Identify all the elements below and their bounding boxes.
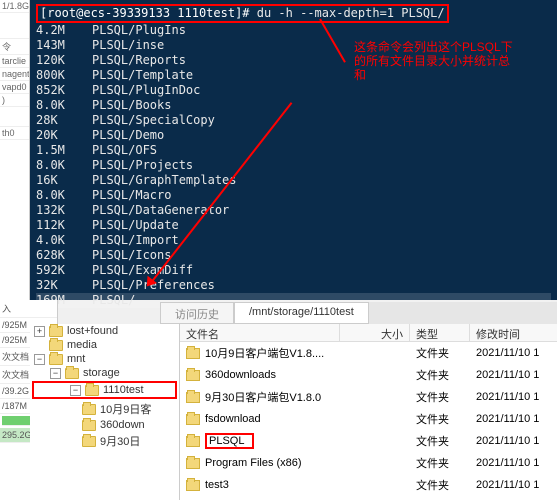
strip-cell: tarclie xyxy=(0,55,29,68)
file-row[interactable]: 9月30日客户端包V1.8.0文件夹2021/11/10 1 xyxy=(180,386,557,408)
tree-label[interactable]: storage xyxy=(83,367,120,379)
terminal-output-line: 8.0KPLSQL/Projects xyxy=(36,158,551,173)
folder-icon xyxy=(49,354,63,365)
tab-current-path[interactable]: /mnt/storage/1110test xyxy=(234,302,369,324)
path-tabbar: 访问历史 /mnt/storage/1110test xyxy=(160,302,557,324)
tab-history[interactable]: 访问历史 xyxy=(160,302,234,324)
folder-icon xyxy=(49,340,63,351)
terminal-output-line: 28KPLSQL/SpecialCopy xyxy=(36,113,551,128)
folder-icon xyxy=(186,392,200,403)
folder-icon xyxy=(186,414,200,425)
tree-label[interactable]: lost+found xyxy=(67,325,118,337)
terminal-output-line: 132KPLSQL/DataGenerator xyxy=(36,203,551,218)
terminal-output-line: 628KPLSQL/Icons xyxy=(36,248,551,263)
folder-icon xyxy=(186,436,200,447)
command-highlight-box: [root@ecs-39339133 1110test]# du -h --ma… xyxy=(36,4,449,23)
tree-label[interactable]: 9月30日 xyxy=(100,433,140,449)
expand-spacer xyxy=(34,340,45,351)
annotation-line: 这条命令会列出这个PLSQL下 xyxy=(354,40,513,54)
strip-cell: th0 xyxy=(0,127,29,140)
file-row[interactable]: 10月9日客户端包V1.8....文件夹2021/11/10 1 xyxy=(180,342,557,364)
terminal-output-line: 1.5MPLSQL/OFS xyxy=(36,143,551,158)
file-list-header: 文件名 大小 类型 修改时间 xyxy=(180,324,557,342)
folder-icon xyxy=(65,368,79,379)
folder-icon xyxy=(186,370,200,381)
collapse-icon[interactable]: − xyxy=(50,368,61,379)
file-row[interactable]: fsdownload文件夹2021/11/10 1 xyxy=(180,408,557,430)
file-list[interactable]: 10月9日客户端包V1.8....文件夹2021/11/10 1360downl… xyxy=(180,342,557,500)
tree-label[interactable]: mnt xyxy=(67,353,85,365)
folder-icon xyxy=(82,420,96,431)
file-row[interactable]: PLSQL文件夹2021/11/10 1 xyxy=(180,430,557,452)
folder-icon xyxy=(82,404,96,415)
terminal-output-line: 8.0KPLSQL/Macro xyxy=(36,188,551,203)
col-header-type[interactable]: 类型 xyxy=(410,324,470,341)
tree-label[interactable]: 10月9日客 xyxy=(100,401,151,417)
strip-cell: vapd0 xyxy=(0,81,29,94)
col-header-date[interactable]: 修改时间 xyxy=(470,324,557,341)
folder-tree[interactable]: +lost+found media −mnt −storage −1110tes… xyxy=(30,324,180,500)
folder-icon xyxy=(186,480,200,491)
folder-icon xyxy=(82,436,96,447)
left-sidebar-strip: 1/1.8G 令 tarclie nagent vapd0 ) th0 xyxy=(0,0,30,300)
collapse-icon[interactable]: − xyxy=(70,385,81,396)
terminal-output-line: 4.0KPLSQL/Import xyxy=(36,233,551,248)
strip-cell: nagent xyxy=(0,68,29,81)
strip-cell: 令 xyxy=(0,39,29,55)
col-header-name[interactable]: 文件名 xyxy=(180,324,340,341)
folder-icon xyxy=(49,326,63,337)
terminal-output-line: 4.2MPLSQL/PlugIns xyxy=(36,23,551,38)
command-text: du -h --max-depth=1 PLSQL/ xyxy=(257,6,445,20)
prompt: [root@ecs-39339133 1110test]# xyxy=(40,6,250,20)
terminal-output-line: 852KPLSQL/PlugInDoc xyxy=(36,83,551,98)
tree-label[interactable]: media xyxy=(67,339,97,351)
file-row[interactable]: tmp文件夹2021/11/10 1 xyxy=(180,496,557,500)
tree-label[interactable]: 1110test xyxy=(103,384,144,396)
terminal-output-line: 592KPLSQL/ExamDiff xyxy=(36,263,551,278)
meta-cell: 入 xyxy=(0,300,57,318)
expand-icon[interactable]: + xyxy=(34,326,45,337)
terminal-output-line: 32KPLSQL/Preferences xyxy=(36,278,551,293)
terminal-output-line: 20KPLSQL/Demo xyxy=(36,128,551,143)
annotation-line: 的所有文件目录大小并统计总 xyxy=(354,54,513,68)
file-row[interactable]: test3文件夹2021/11/10 1 xyxy=(180,474,557,496)
tree-label[interactable]: 360down xyxy=(100,419,145,431)
folder-icon xyxy=(85,385,99,396)
strip-cell: ) xyxy=(0,94,29,107)
col-header-size[interactable]: 大小 xyxy=(340,324,410,341)
annotation-text: 这条命令会列出这个PLSQL下 的所有文件目录大小并统计总 和 xyxy=(354,40,513,82)
file-row[interactable]: 360downloads文件夹2021/11/10 1 xyxy=(180,364,557,386)
terminal-output-line: 16KPLSQL/GraphTemplates xyxy=(36,173,551,188)
folder-icon xyxy=(186,458,200,469)
collapse-icon[interactable]: − xyxy=(34,354,45,365)
file-row[interactable]: Program Files (x86)文件夹2021/11/10 1 xyxy=(180,452,557,474)
folder-icon xyxy=(186,348,200,359)
annotation-line: 和 xyxy=(354,68,513,82)
terminal-output-line: 112KPLSQL/Update xyxy=(36,218,551,233)
strip-cell: 1/1.8G xyxy=(0,0,29,13)
terminal-output-line: 8.0KPLSQL/Books xyxy=(36,98,551,113)
